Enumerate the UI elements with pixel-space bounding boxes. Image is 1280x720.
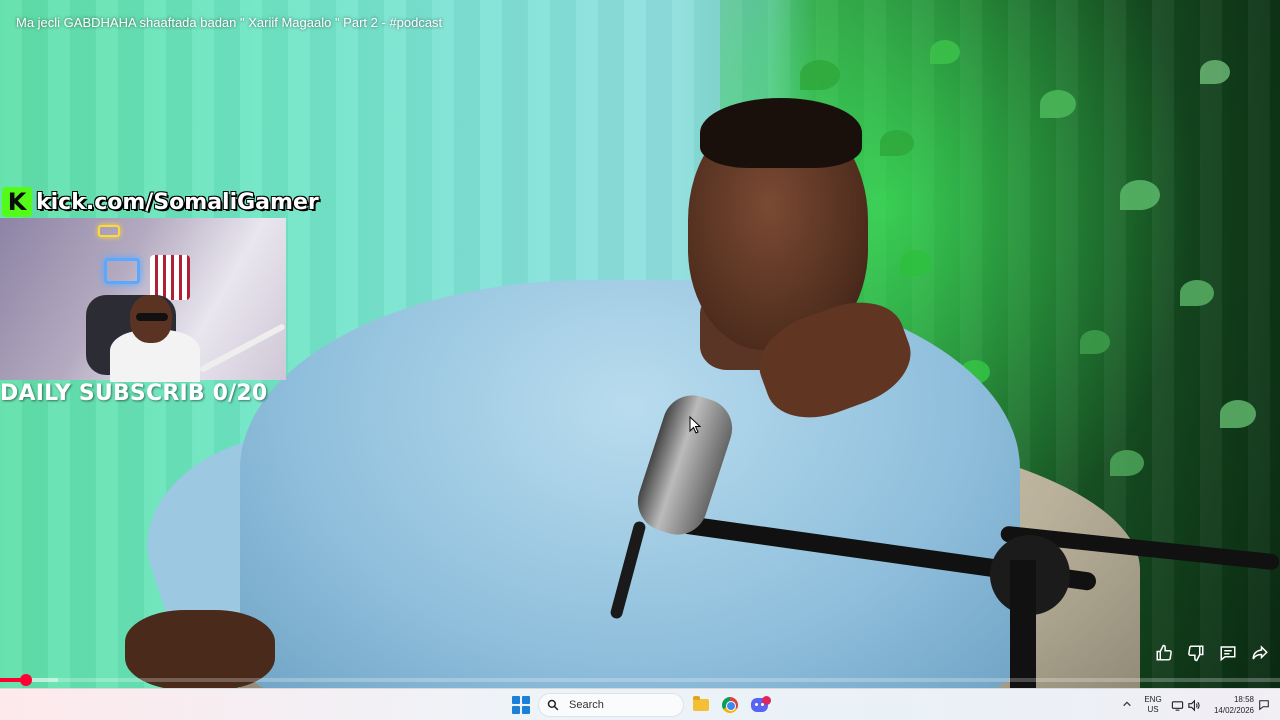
kick-banner: K kick.com/SomaliGamer bbox=[2, 186, 319, 218]
leaf bbox=[1120, 180, 1160, 210]
language-indicator[interactable]: ENG US bbox=[1142, 695, 1164, 715]
neon-flag-sign bbox=[104, 258, 140, 284]
leaf bbox=[880, 130, 914, 156]
person-hand bbox=[125, 610, 275, 688]
kick-logo: K bbox=[2, 187, 32, 217]
taskbar-search-box[interactable]: Search bbox=[538, 693, 684, 717]
leaf bbox=[1180, 280, 1214, 306]
video-player[interactable]: Ma jecli GABDHAHA shaaftada badan " Xari… bbox=[0, 0, 1280, 688]
comments-icon[interactable] bbox=[1216, 642, 1240, 664]
progress-bar[interactable] bbox=[0, 674, 1280, 686]
clock-date: 14/02/2026 bbox=[1213, 706, 1254, 715]
mic-stand bbox=[1010, 560, 1036, 688]
search-placeholder: Search bbox=[569, 699, 604, 711]
neon-crown-sign bbox=[98, 225, 120, 237]
kick-url: kick.com/SomaliGamer bbox=[36, 189, 319, 215]
windows-taskbar: Search ENG US 18:58 14/02/2026 bbox=[0, 688, 1280, 720]
leaf bbox=[1040, 90, 1076, 118]
progress-scrubber[interactable] bbox=[19, 674, 32, 686]
system-clock[interactable]: 18:58 14/02/2026 bbox=[1208, 694, 1254, 716]
discord-icon[interactable] bbox=[748, 694, 771, 716]
keyboard-layout: US bbox=[1147, 705, 1159, 714]
file-explorer-icon[interactable] bbox=[690, 694, 712, 716]
notifications-icon[interactable] bbox=[1257, 698, 1271, 712]
notification-badge bbox=[761, 696, 771, 705]
sunglasses bbox=[136, 313, 168, 321]
leaf bbox=[1200, 60, 1230, 84]
language-code: ENG bbox=[1144, 695, 1162, 704]
leaf bbox=[1110, 450, 1144, 476]
volume-icon[interactable] bbox=[1186, 698, 1200, 712]
search-icon bbox=[547, 699, 559, 711]
mouse-cursor-icon bbox=[689, 416, 701, 434]
leaf bbox=[930, 40, 960, 64]
dislike-icon[interactable] bbox=[1184, 642, 1208, 664]
person-hair bbox=[700, 98, 862, 168]
network-icon[interactable] bbox=[1170, 698, 1184, 712]
share-icon[interactable] bbox=[1248, 642, 1272, 664]
video-title[interactable]: Ma jecli GABDHAHA shaaftada badan " Xari… bbox=[16, 15, 442, 30]
leaf bbox=[1220, 400, 1256, 428]
clock-time: 18:58 bbox=[1233, 695, 1254, 704]
wall-jersey bbox=[150, 255, 190, 300]
leaf bbox=[1080, 330, 1110, 354]
windows-start-button[interactable] bbox=[512, 696, 530, 714]
like-icon[interactable] bbox=[1152, 642, 1176, 664]
chevron-up-icon[interactable] bbox=[1120, 697, 1134, 711]
subscribe-goal: DAILY SUBSCRIB 0/20 bbox=[0, 381, 268, 406]
leaf bbox=[900, 250, 932, 276]
leaf bbox=[800, 60, 840, 90]
video-actions bbox=[1152, 642, 1272, 664]
chrome-icon[interactable] bbox=[719, 694, 741, 716]
